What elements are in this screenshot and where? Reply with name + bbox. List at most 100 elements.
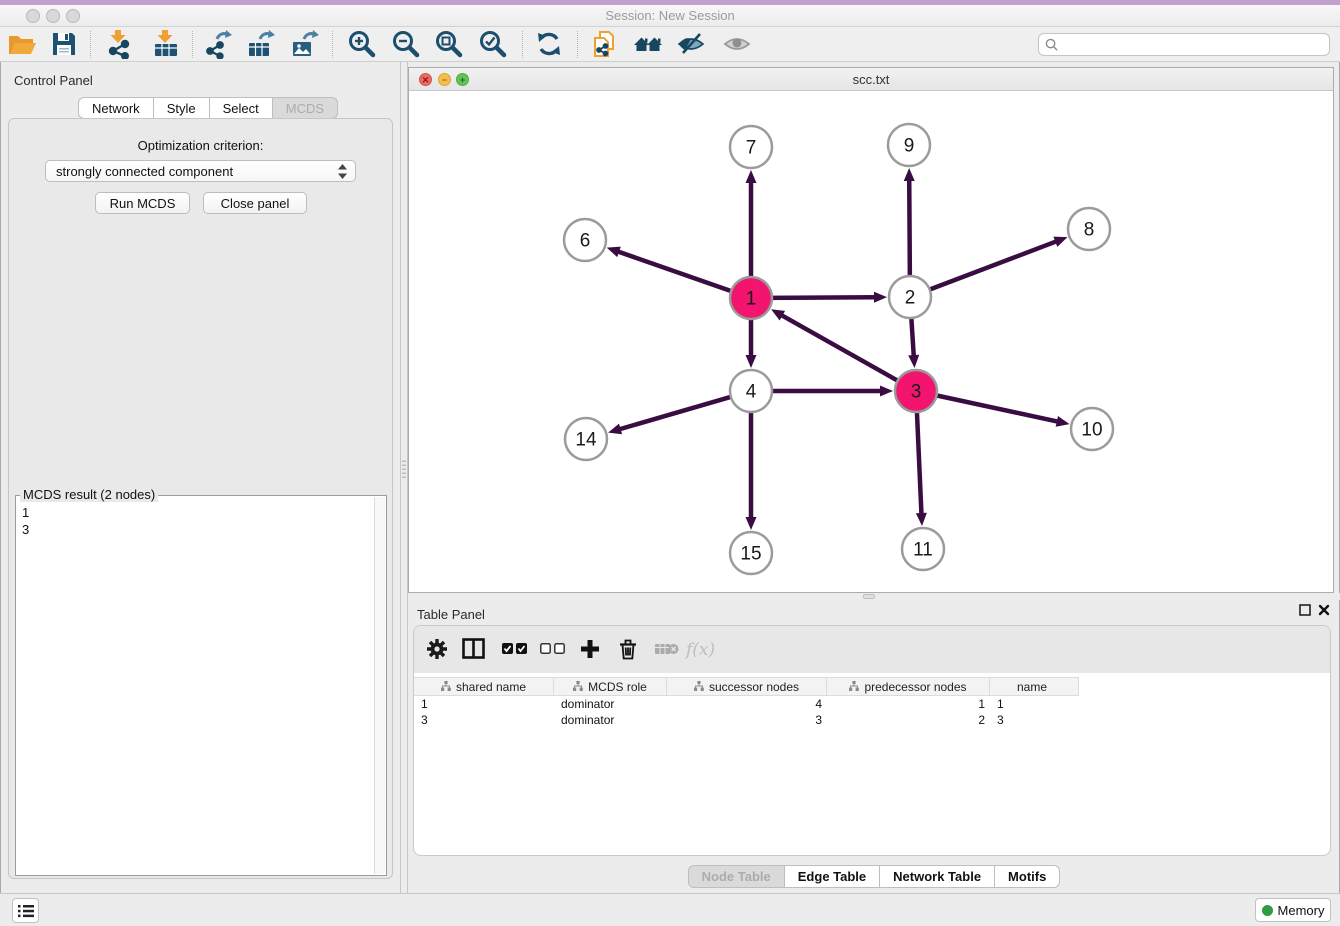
table-cell[interactable]: 4 [667,696,827,712]
column-header-label: shared name [456,680,526,694]
column-header-name[interactable]: name [990,678,1074,695]
edge-arrowhead [916,513,927,526]
mcds-result-list[interactable]: 13 [16,496,386,538]
graph-edge-1-6[interactable] [617,251,733,292]
tab-mcds[interactable]: MCDS [273,97,338,119]
refresh-icon[interactable] [534,29,564,59]
node-label-3: 3 [911,382,922,403]
clone-network-icon[interactable] [589,29,619,59]
table-cell[interactable]: 1 [414,696,554,712]
split-columns-icon[interactable] [462,638,485,662]
tab-select[interactable]: Select [210,97,273,119]
function-builder-icon[interactable]: f(x) [686,638,715,662]
hierarchy-icon [441,680,451,694]
control-panel-title: Control Panel [14,73,93,88]
column-header-MCDS-role[interactable]: MCDS role [554,678,667,695]
splitter-grip[interactable] [863,594,875,599]
tab-network[interactable]: Network [78,97,154,119]
column-header-label: MCDS role [588,680,647,694]
column-header-successor-nodes[interactable]: successor nodes [667,678,827,695]
graph-edge-1-2[interactable] [770,297,876,298]
delete-table-icon[interactable] [654,638,680,662]
network-window-titlebar[interactable]: ✕ − + scc.txt [409,68,1333,91]
result-scrollbar[interactable] [374,497,385,874]
criterion-dropdown[interactable]: strongly connected component [45,160,356,182]
save-icon[interactable] [49,29,79,59]
zoom-selected-icon[interactable] [478,29,508,59]
table-cell[interactable]: 2 [827,712,990,728]
mcds-result-item[interactable]: 3 [22,521,380,538]
graph-edge-3-11[interactable] [917,410,922,515]
table-panel-tabs: Node TableEdge TableNetwork TableMotifs [408,865,1340,888]
table-header-row: shared name MCDS role successor nodesprede… [414,677,1079,696]
column-header-predecessor-nodes[interactable]: predecessor nodes [827,678,990,695]
tab-style[interactable]: Style [154,97,210,119]
column-header-shared-name[interactable]: shared name [414,678,554,695]
close-panel-button[interactable]: Close panel [203,192,307,214]
hierarchy-icon [694,680,704,694]
run-mcds-button[interactable]: Run MCDS [95,192,190,214]
search-box[interactable] [1038,33,1330,56]
mcds-result-item[interactable]: 1 [22,504,380,521]
vertical-splitter[interactable] [400,62,408,893]
deselect-checkboxes-icon[interactable] [540,638,566,662]
toolbar-separator [522,31,523,58]
gear-icon[interactable] [426,638,448,662]
graph-edge-3-1[interactable] [781,315,900,382]
tab-node-table[interactable]: Node Table [688,865,785,888]
zoom-out-icon[interactable] [391,29,421,59]
graph-edge-3-10[interactable] [935,395,1059,422]
eye-visible-icon[interactable] [722,29,752,59]
network-view-window: ✕ − + scc.txt 7968124314101511 [408,67,1334,593]
open-folder-icon[interactable] [7,29,37,59]
node-label-15: 15 [740,544,761,565]
export-image-icon[interactable] [290,29,320,59]
select-all-checkboxes-icon[interactable] [502,638,528,662]
tab-network-table[interactable]: Network Table [880,865,995,888]
import-network-icon[interactable] [104,29,134,59]
table-cell[interactable]: 1 [827,696,990,712]
table-row[interactable]: 1dominator411 [414,696,1079,712]
search-input[interactable] [1062,37,1323,52]
graph-edge-2-3[interactable] [911,316,914,357]
table-cell[interactable]: 3 [990,712,1074,728]
export-network-icon[interactable] [203,29,233,59]
eye-hidden-icon[interactable] [676,29,706,59]
edge-arrowhead [1056,416,1070,427]
node-label-2: 2 [905,288,916,309]
add-column-icon[interactable] [580,638,600,662]
import-table-icon[interactable] [151,29,181,59]
graph-edge-2-8[interactable] [928,241,1057,290]
table-cell[interactable]: 3 [667,712,827,728]
tab-edge-table[interactable]: Edge Table [785,865,880,888]
graph-edge-2-9[interactable] [909,179,910,278]
zoom-fit-icon[interactable] [434,29,464,59]
optimization-criterion-label: Optimization criterion: [9,138,392,153]
zoom-in-icon[interactable] [347,29,377,59]
node-table[interactable]: shared name MCDS role successor nodesprede… [414,677,1330,728]
tab-motifs[interactable]: Motifs [995,865,1060,888]
network-graph[interactable]: 7968124314101511 [409,91,1333,592]
edge-arrowhead [608,424,622,435]
network-canvas[interactable]: 7968124314101511 [409,91,1333,592]
export-table-icon[interactable] [246,29,276,59]
home-houses-icon[interactable] [633,29,663,59]
table-cell[interactable]: dominator [554,696,667,712]
memory-button[interactable]: Memory [1255,898,1331,922]
node-label-8: 8 [1084,220,1095,241]
table-cell[interactable]: 3 [414,712,554,728]
table-panel-close-icon[interactable] [1317,604,1330,617]
table-cell[interactable]: dominator [554,712,667,728]
trash-icon[interactable] [618,638,638,662]
graph-edge-4-14[interactable] [619,396,733,429]
edge-arrowhead [746,170,757,183]
table-cell[interactable]: 1 [990,696,1074,712]
table-row[interactable]: 3dominator323 [414,712,1079,728]
task-list-icon[interactable] [12,898,39,923]
toolbar-separator [332,31,333,58]
table-panel-float-icon[interactable] [1298,604,1311,617]
edge-arrowhead [880,386,893,397]
horizontal-splitter[interactable] [408,593,1340,600]
edge-arrowhead [607,247,621,257]
splitter-grip[interactable] [402,458,406,480]
